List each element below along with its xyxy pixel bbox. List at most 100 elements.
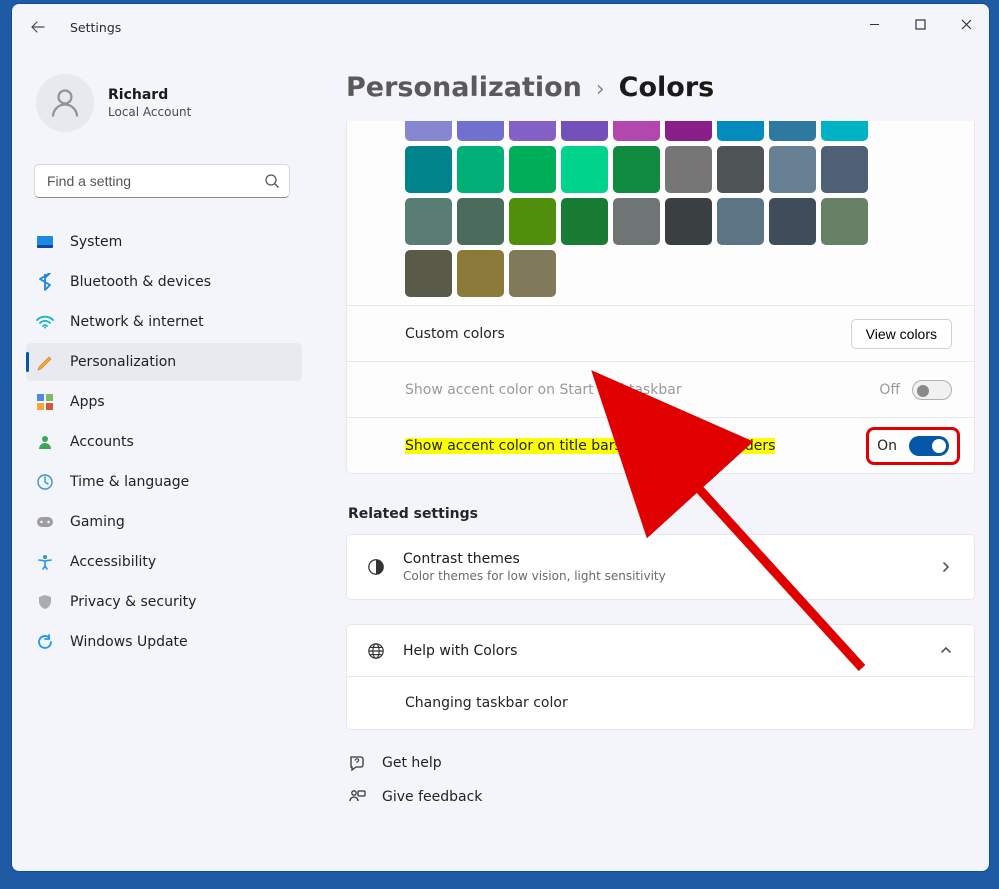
accent-start-taskbar-toggle (912, 380, 952, 400)
help-sub-link[interactable]: Changing taskbar color (347, 676, 974, 729)
nav-label: Network & internet (70, 314, 204, 330)
color-swatch[interactable] (665, 121, 712, 141)
nav-network[interactable]: Network & internet (26, 303, 302, 341)
nav-privacy[interactable]: Privacy & security (26, 583, 302, 621)
color-swatch[interactable] (457, 198, 504, 245)
accounts-icon (36, 433, 54, 451)
footer-link-label: Give feedback (382, 789, 482, 805)
nav-label: Accessibility (70, 554, 156, 570)
color-swatch[interactable] (769, 121, 816, 141)
globe-clock-icon (36, 473, 54, 491)
highlight-box: On (866, 427, 960, 465)
nav-apps[interactable]: Apps (26, 383, 302, 421)
color-swatch[interactable] (457, 121, 504, 141)
color-swatch[interactable] (665, 146, 712, 193)
nav-windows-update[interactable]: Windows Update (26, 623, 302, 661)
accent-start-taskbar-row: Show accent color on Start and taskbar O… (347, 361, 974, 417)
panel-sub: Color themes for low vision, light sensi… (403, 569, 666, 583)
give-feedback-link[interactable]: Give feedback (348, 780, 975, 814)
help-panel: Help with Colors Changing taskbar color (346, 624, 975, 730)
wifi-icon (36, 313, 54, 331)
profile-name: Richard (108, 87, 191, 103)
panel-title: Help with Colors (403, 643, 517, 659)
toggle-state-text: On (877, 438, 897, 454)
nav-label: Privacy & security (70, 594, 196, 610)
color-swatch[interactable] (613, 198, 660, 245)
nav-gaming[interactable]: Gaming (26, 503, 302, 541)
color-swatch[interactable] (405, 146, 452, 193)
main-content: Personalization › Colors Custom colors V… (312, 50, 989, 871)
search-icon (264, 173, 280, 189)
minimize-button[interactable] (851, 4, 897, 44)
color-swatch[interactable] (509, 198, 556, 245)
accent-titlebars-toggle[interactable] (909, 436, 949, 456)
nav-system[interactable]: System (26, 223, 302, 261)
nav-accessibility[interactable]: Accessibility (26, 543, 302, 581)
nav-label: Windows Update (70, 634, 188, 650)
breadcrumb: Personalization › Colors (346, 72, 975, 103)
color-swatch[interactable] (561, 198, 608, 245)
row-label: Show accent color on title bars and wind… (405, 438, 775, 454)
globe-icon (367, 642, 385, 660)
minimize-icon (869, 19, 880, 30)
accessibility-icon (36, 553, 54, 571)
color-swatch[interactable] (405, 121, 452, 141)
nav-time-language[interactable]: Time & language (26, 463, 302, 501)
color-swatch-grid (347, 121, 974, 305)
profile-sub: Local Account (108, 105, 191, 119)
nav-personalization[interactable]: Personalization (26, 343, 302, 381)
nav-accounts[interactable]: Accounts (26, 423, 302, 461)
titlebar: Settings (12, 4, 989, 50)
footer-links: Get help Give feedback (346, 742, 975, 814)
color-swatch[interactable] (717, 146, 764, 193)
view-colors-button[interactable]: View colors (851, 319, 952, 349)
color-swatch[interactable] (509, 250, 556, 297)
update-icon (36, 633, 54, 651)
color-swatch[interactable] (561, 146, 608, 193)
color-swatch[interactable] (769, 198, 816, 245)
color-swatch[interactable] (405, 198, 452, 245)
color-swatch[interactable] (613, 146, 660, 193)
color-swatch[interactable] (665, 198, 712, 245)
color-swatch[interactable] (405, 250, 452, 297)
contrast-themes-panel[interactable]: Contrast themes Color themes for low vis… (346, 534, 975, 600)
color-swatch[interactable] (821, 146, 868, 193)
color-swatch[interactable] (821, 121, 868, 141)
accent-color-panel: Custom colors View colors Show accent co… (346, 121, 975, 474)
close-button[interactable] (943, 4, 989, 44)
color-swatch[interactable] (769, 146, 816, 193)
close-icon (961, 19, 972, 30)
color-swatch[interactable] (509, 146, 556, 193)
row-label: Custom colors (405, 326, 505, 342)
breadcrumb-parent[interactable]: Personalization (346, 72, 582, 103)
maximize-icon (915, 19, 926, 30)
color-swatch[interactable] (613, 121, 660, 141)
color-swatch[interactable] (561, 121, 608, 141)
bluetooth-icon (36, 273, 54, 291)
custom-colors-row: Custom colors View colors (347, 305, 974, 361)
color-swatch[interactable] (457, 146, 504, 193)
chevron-right-icon: › (596, 77, 605, 102)
row-label: Show accent color on Start and taskbar (405, 382, 682, 398)
person-icon (47, 85, 83, 121)
nav-label: Accounts (70, 434, 134, 450)
chevron-up-icon (940, 641, 952, 660)
color-swatch[interactable] (457, 250, 504, 297)
settings-window: Settings Richard Local Account (11, 3, 990, 872)
get-help-link[interactable]: Get help (348, 746, 975, 780)
back-button[interactable] (20, 9, 56, 45)
system-icon (36, 233, 54, 251)
nav-label: Personalization (70, 354, 176, 370)
related-settings-heading: Related settings (348, 506, 975, 522)
nav-bluetooth[interactable]: Bluetooth & devices (26, 263, 302, 301)
color-swatch[interactable] (509, 121, 556, 141)
help-panel-header[interactable]: Help with Colors (347, 625, 974, 676)
search-input[interactable] (34, 164, 290, 198)
contrast-icon (367, 558, 385, 576)
color-swatch[interactable] (821, 198, 868, 245)
color-swatch[interactable] (717, 121, 764, 141)
maximize-button[interactable] (897, 4, 943, 44)
profile-block[interactable]: Richard Local Account (12, 50, 312, 132)
color-swatch[interactable] (717, 198, 764, 245)
gaming-icon (36, 513, 54, 531)
